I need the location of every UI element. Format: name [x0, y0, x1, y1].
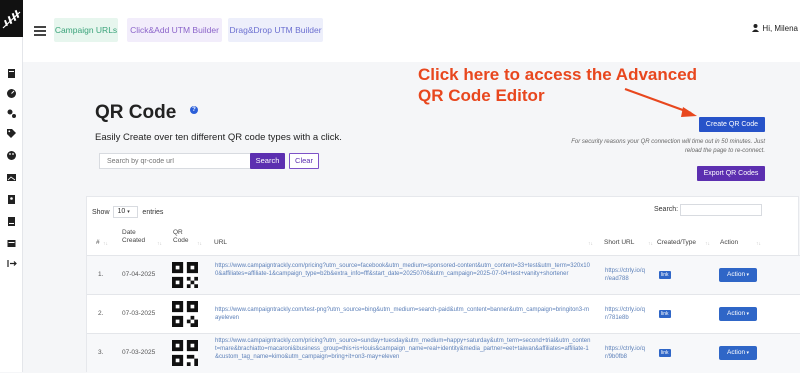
contact-icon[interactable] — [6, 192, 17, 204]
table-row: 2. 07-03-2025 https://www.campaigntrackl… — [87, 295, 800, 333]
sort-icon[interactable]: ↑↓ — [648, 241, 653, 247]
type-badge: link — [659, 271, 671, 279]
row-short-url-link[interactable]: https://ctrly.io/qr/ead788 — [605, 267, 647, 283]
action-label: Action — [727, 349, 746, 356]
qr-code-icon[interactable] — [172, 301, 198, 327]
annotation-line-2: QR Code Editor — [418, 86, 545, 105]
row-url-link[interactable]: https://www.campaigntrackly.com/pricing?… — [215, 262, 591, 278]
qr-search-input[interactable] — [99, 153, 254, 169]
action-dropdown-button[interactable]: Action ▾ — [719, 307, 757, 321]
annotation-arrow-icon — [624, 87, 697, 117]
action-label: Action — [727, 271, 746, 278]
header-created-type[interactable]: Created/Type — [657, 239, 696, 247]
entries-label: entries — [142, 208, 164, 216]
book-open-icon[interactable] — [6, 236, 17, 247]
row-date: 07-04-2025 — [122, 271, 156, 278]
type-badge: link — [659, 310, 671, 318]
sort-icon[interactable]: ↑↓ — [705, 241, 710, 247]
sidebar — [0, 0, 23, 372]
page-subtitle: Easily Create over ten different QR code… — [95, 132, 342, 143]
sort-icon[interactable]: ↑↓ — [157, 241, 162, 247]
row-url-link[interactable]: https://www.campaigntrackly.com/test-png… — [215, 306, 591, 322]
action-label: Action — [727, 310, 746, 317]
hamburger-menu-icon[interactable] — [34, 26, 46, 36]
sort-icon[interactable]: ↑↓ — [103, 241, 108, 247]
main-content: QR Code ? Easily Create over ten differe… — [23, 62, 800, 373]
user-menu[interactable]: Hi, Milena — [752, 24, 798, 33]
export-qr-codes-button[interactable]: Export QR Codes — [697, 166, 765, 181]
table-search-label: Search: — [654, 206, 679, 213]
image-icon[interactable] — [6, 170, 17, 181]
header-url[interactable]: URL — [214, 239, 227, 247]
action-dropdown-button[interactable]: Action ▾ — [719, 346, 757, 360]
row-index: 2. — [98, 310, 104, 317]
tab-campaign-urls[interactable]: Campaign URLs — [54, 18, 118, 42]
timeout-notice-line-2: reload the page to re-connect. — [684, 148, 765, 154]
qr-code-icon[interactable] — [172, 262, 198, 288]
globe-icon[interactable] — [6, 214, 17, 226]
gears-icon[interactable] — [6, 106, 17, 118]
palette-icon[interactable] — [6, 148, 17, 160]
timeout-notice: For security reasons your QR connection … — [529, 138, 765, 156]
header-short-url[interactable]: Short URL — [604, 239, 634, 247]
annotation-line-1: Click here to access the Advanced — [418, 65, 698, 84]
annotation-callout: Click here to access the Advanced QR Cod… — [418, 64, 778, 106]
logo[interactable] — [0, 0, 23, 37]
user-icon — [752, 24, 760, 32]
header-action[interactable]: Action — [720, 239, 738, 247]
row-url-link[interactable]: https://www.campaigntrackly.com/pricing?… — [215, 337, 591, 361]
search-button[interactable]: Search — [250, 153, 285, 169]
table-search-input[interactable] — [680, 204, 762, 216]
qr-table-card: Show 10 ▾ entries Search: # ↑↓ Date Crea… — [86, 196, 800, 373]
user-greeting: Hi, Milena — [762, 24, 798, 33]
tab-drag-drop-utm-builder[interactable]: Drag&Drop UTM Builder — [228, 18, 323, 42]
row-index: 3. — [98, 349, 104, 356]
help-icon[interactable]: ? — [190, 106, 198, 114]
table-row: 3. 07-03-2025 https://www.campaigntrackl… — [87, 334, 800, 373]
row-index: 1. — [98, 271, 104, 278]
show-label: Show — [92, 208, 110, 216]
sort-icon[interactable]: ↑↓ — [588, 241, 593, 247]
sort-icon[interactable]: ↑↓ — [197, 241, 202, 247]
action-dropdown-button[interactable]: Action ▾ — [719, 268, 757, 282]
type-badge: link — [659, 349, 671, 357]
row-date: 07-03-2025 — [122, 310, 156, 317]
qr-code-icon[interactable] — [172, 340, 198, 366]
sort-icon[interactable]: ↑↓ — [756, 241, 761, 247]
row-date: 07-03-2025 — [122, 349, 156, 356]
page-title: QR Code — [95, 102, 177, 123]
clear-button[interactable]: Clear — [289, 153, 319, 169]
tags-icon[interactable] — [6, 126, 17, 138]
show-entries: Show 10 ▾ entries — [92, 206, 163, 218]
timeout-notice-line-1: For security reasons your QR connection … — [571, 139, 765, 145]
header-date-created[interactable]: Date Created — [122, 229, 152, 245]
entries-select-value: 10 — [117, 208, 126, 215]
table-row: 1. 07-04-2025 https://www.campaigntrackl… — [87, 256, 800, 294]
topbar: Campaign URLs Click&Add UTM Builder Drag… — [23, 0, 800, 62]
create-qr-code-button[interactable]: Create QR Code — [699, 117, 765, 132]
header-index[interactable]: # — [96, 239, 100, 247]
tab-click-add-utm-builder[interactable]: Click&Add UTM Builder — [127, 18, 222, 42]
entries-select[interactable]: 10 ▾ — [113, 206, 139, 218]
gauge-icon[interactable] — [6, 86, 17, 98]
book-icon[interactable] — [6, 66, 17, 78]
header-qr-code[interactable]: QR Code — [173, 229, 193, 245]
row-short-url-link[interactable]: https://ctrly.io/qr/781e8b — [605, 306, 647, 322]
row-short-url-link[interactable]: https://ctrly.io/qr/9b0fb8 — [605, 345, 647, 361]
logout-icon[interactable] — [6, 256, 17, 267]
